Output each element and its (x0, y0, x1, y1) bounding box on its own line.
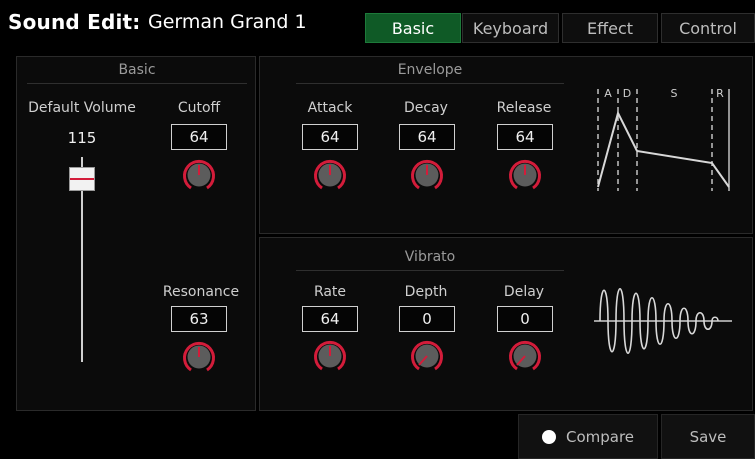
slider-handle[interactable] (69, 167, 95, 191)
tab-basic[interactable]: Basic (365, 13, 461, 43)
decay-knob[interactable] (410, 158, 444, 192)
attack-knob[interactable] (313, 158, 347, 192)
compare-indicator-icon (541, 429, 556, 444)
compare-label: Compare (565, 427, 635, 446)
release-value[interactable]: 64 (497, 124, 553, 150)
rate-knob[interactable] (313, 339, 347, 373)
default-volume-value: 115 (67, 129, 97, 147)
envelope-label-d: D (623, 87, 631, 100)
cutoff-value[interactable]: 64 (171, 124, 227, 150)
sound-name: German Grand 1 (148, 11, 307, 33)
release-knob[interactable] (508, 158, 542, 192)
release-label: Release (496, 100, 552, 116)
save-button[interactable]: Save (661, 414, 755, 459)
depth-label: Depth (404, 284, 448, 300)
basic-section-title: Basic (118, 62, 156, 78)
rate-value[interactable]: 64 (302, 306, 358, 332)
depth-knob[interactable] (410, 339, 444, 373)
cutoff-knob[interactable] (182, 158, 216, 192)
divider (27, 83, 247, 84)
envelope-graph: A D S R (597, 87, 730, 191)
cutoff-label: Cutoff (177, 100, 221, 116)
delay-knob[interactable] (508, 339, 542, 373)
envelope-label-r: R (716, 87, 724, 100)
depth-value[interactable]: 0 (399, 306, 455, 332)
default-volume-label: Default Volume (28, 100, 136, 116)
attack-value[interactable]: 64 (302, 124, 358, 150)
divider (296, 83, 564, 84)
resonance-label: Resonance (162, 284, 240, 300)
envelope-label-s: S (671, 87, 678, 100)
rate-label: Rate (313, 284, 347, 300)
divider (296, 270, 564, 271)
delay-label: Delay (503, 284, 545, 300)
tab-control[interactable]: Control (661, 13, 755, 43)
attack-label: Attack (307, 100, 353, 116)
resonance-value[interactable]: 63 (171, 306, 227, 332)
envelope-panel: Envelope Attack 64 Decay 64 Release 64 A… (259, 56, 753, 234)
compare-button[interactable]: Compare (518, 414, 658, 459)
envelope-section-title: Envelope (397, 62, 463, 78)
decay-value[interactable]: 64 (399, 124, 455, 150)
decay-label: Decay (404, 100, 448, 116)
basic-panel: Basic Default Volume 115 Cutoff 64 Reson… (16, 56, 256, 411)
header-bar: Sound Edit: German Grand 1 Basic Keyboar… (0, 0, 755, 44)
vibrato-graph (594, 287, 732, 355)
page-title: Sound Edit: (8, 10, 141, 34)
tab-effect[interactable]: Effect (562, 13, 658, 43)
resonance-knob[interactable] (182, 340, 216, 374)
vibrato-panel: Vibrato Rate 64 Depth 0 Delay 0 (259, 237, 753, 411)
envelope-label-a: A (604, 87, 612, 100)
delay-value[interactable]: 0 (497, 306, 553, 332)
volume-slider[interactable] (69, 157, 95, 367)
tab-keyboard[interactable]: Keyboard (462, 13, 559, 43)
vibrato-section-title: Vibrato (404, 249, 456, 265)
